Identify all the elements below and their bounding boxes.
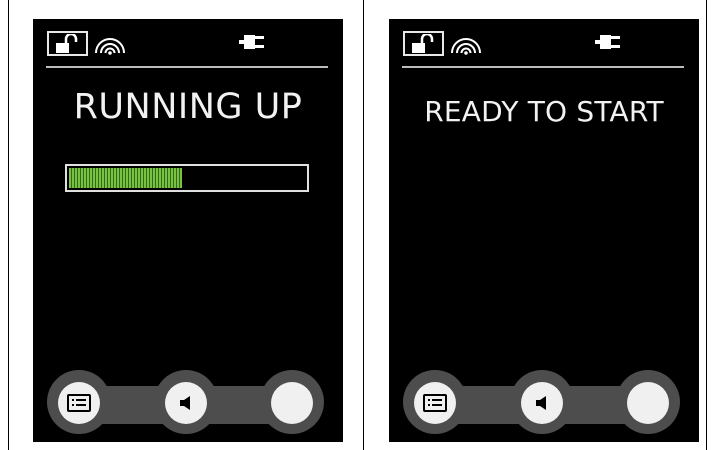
frame-right-border (706, 0, 707, 450)
progress-bar (65, 164, 309, 192)
start-button[interactable] (271, 382, 313, 424)
sound-button[interactable] (521, 382, 563, 424)
state-title: READY TO START (424, 95, 664, 128)
speaker-icon (180, 396, 190, 410)
wireless-signal-icon (451, 38, 481, 55)
menu-list-icon (423, 394, 447, 412)
status-bar (389, 19, 699, 68)
unlocked-padlock-icon (56, 34, 78, 53)
sound-button[interactable] (165, 382, 207, 424)
device-screen-running-up: RUNNING UP (33, 19, 343, 442)
power-plug-icon (595, 35, 620, 49)
wireless-signal-icon (95, 38, 125, 55)
power-plug-icon (239, 35, 264, 49)
status-divider (46, 66, 328, 68)
state-title: RUNNING UP (73, 87, 303, 127)
device-screen-ready-to-start: READY TO START (389, 19, 699, 442)
menu-list-icon (67, 394, 91, 412)
progress-fill (69, 168, 182, 188)
unlocked-padlock-icon (412, 34, 434, 53)
status-divider (402, 66, 684, 68)
frame-center-divider (363, 0, 364, 450)
start-button[interactable] (627, 382, 669, 424)
lock-status-box (47, 31, 88, 56)
frame-left-border (8, 0, 9, 450)
status-bar (33, 19, 343, 68)
control-bar (389, 366, 699, 442)
control-bar (33, 366, 343, 442)
lock-status-box (403, 31, 444, 56)
speaker-icon (536, 396, 546, 410)
menu-button[interactable] (58, 382, 100, 424)
menu-button[interactable] (414, 382, 456, 424)
